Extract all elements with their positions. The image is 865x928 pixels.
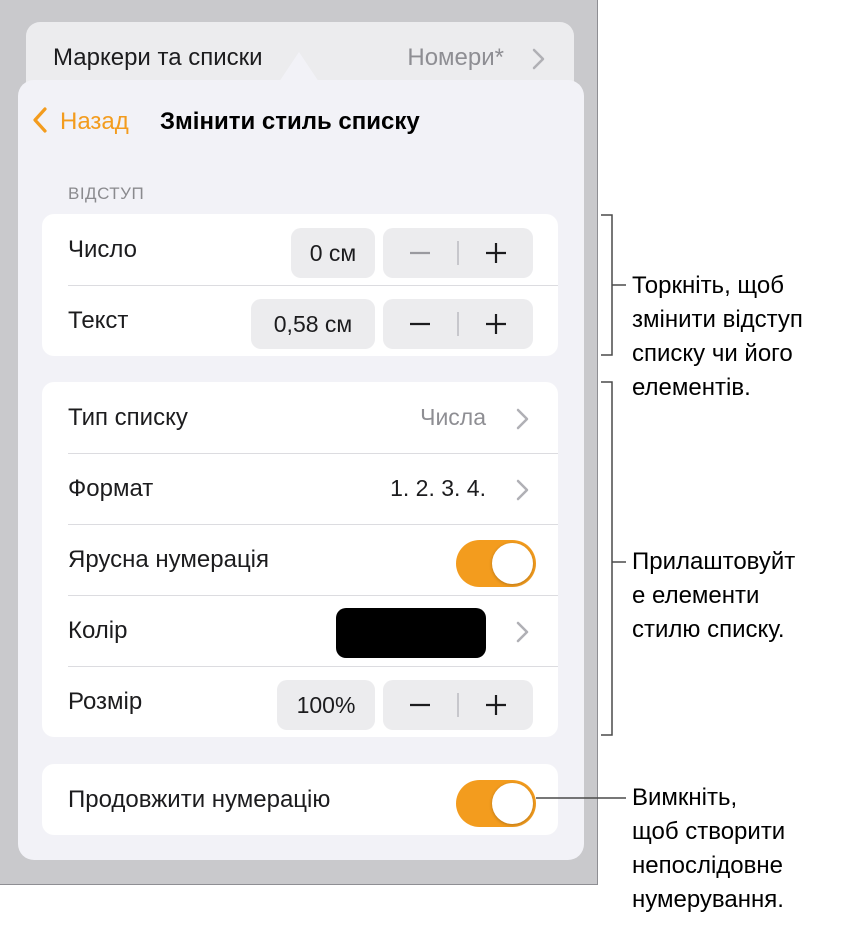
continue-callout: Вимкніть, щоб створити непослідовне нуме… [632, 784, 786, 913]
style-callout: Прилаштовуйт е елементи стилю списку. [632, 548, 796, 643]
indent-bracket [601, 214, 613, 356]
indent-callout: Торкніть, щоб змінити відступ списку чи … [632, 272, 803, 401]
style-bracket [601, 381, 613, 736]
